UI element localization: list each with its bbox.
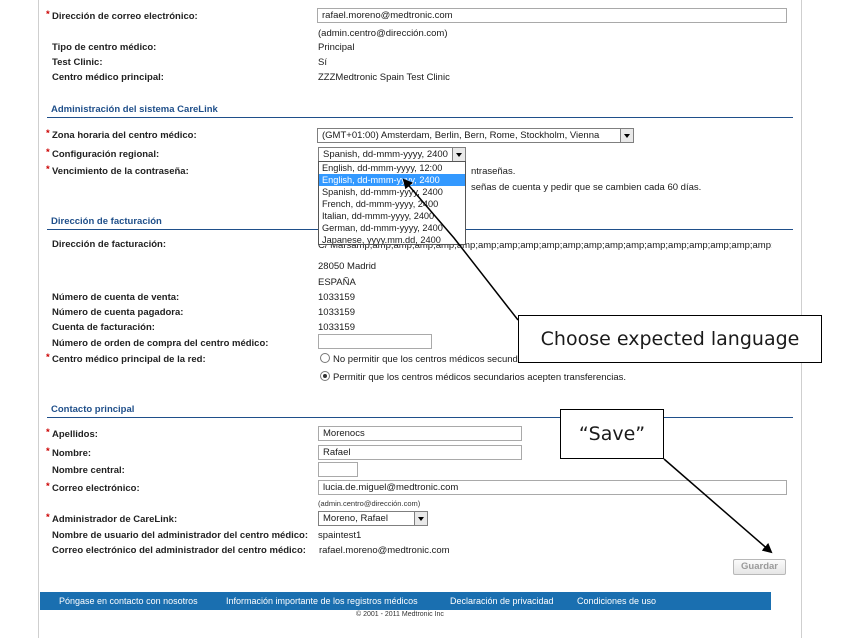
- billing-account-value: 1033159: [318, 322, 355, 333]
- regional-label: Configuración regional:: [52, 149, 160, 160]
- firstname-field[interactable]: Rafael: [318, 445, 522, 460]
- sales-account-value: 1033159: [318, 292, 355, 303]
- dropdown-option[interactable]: German, dd-mmm-yyyy, 2400: [319, 222, 465, 234]
- section-divider: [47, 417, 793, 418]
- radio-no-transfers[interactable]: [320, 353, 330, 363]
- regional-select[interactable]: Spanish, dd-mmm-yyyy, 2400: [318, 147, 466, 162]
- footer-bar: Póngase en contacto con nosotros Informa…: [40, 592, 771, 610]
- middlename-field[interactable]: [318, 462, 358, 477]
- footer-link-contact[interactable]: Póngase en contacto con nosotros: [59, 596, 198, 606]
- dropdown-option[interactable]: Japanese, yyyy.mm.dd, 2400: [319, 234, 465, 244]
- language-callout: Choose expected language: [518, 315, 822, 363]
- required-marker: *: [46, 481, 50, 492]
- po-number-field[interactable]: [318, 334, 432, 349]
- clinic-type-value: Principal: [318, 42, 355, 53]
- clinic-type-label: Tipo de centro médico:: [52, 42, 157, 53]
- chevron-down-icon[interactable]: [414, 512, 427, 525]
- radio-allow-transfers[interactable]: [320, 371, 330, 381]
- admin-username-label: Nombre de usuario del administrador del …: [52, 530, 309, 541]
- test-clinic-value: Sí: [318, 57, 327, 68]
- required-marker: *: [46, 512, 50, 523]
- contact-email-label: Correo electrónico:: [52, 483, 140, 494]
- timezone-label: Zona horaria del centro médico:: [52, 130, 197, 141]
- required-marker: *: [46, 352, 50, 363]
- lastname-field[interactable]: Morenocs: [318, 426, 522, 441]
- admin-username-value: spaintest1: [318, 530, 362, 541]
- carelink-admin-select[interactable]: Moreno, Rafael: [318, 511, 428, 526]
- footer-link-privacy[interactable]: Declaración de privacidad: [450, 596, 554, 606]
- radio-allow-transfers-label: Permitir que los centros médicos secunda…: [333, 372, 627, 383]
- chevron-down-icon[interactable]: [620, 129, 633, 142]
- po-number-label: Número de orden de compra del centro méd…: [52, 338, 269, 349]
- payer-account-value: 1033159: [318, 307, 355, 318]
- dropdown-option[interactable]: French, dd-mmm-yyyy, 2400: [319, 198, 465, 210]
- timezone-value: (GMT+01:00) Amsterdam, Berlin, Bern, Rom…: [322, 130, 600, 141]
- password-expiry-label: Vencimiento de la contraseña:: [52, 166, 189, 177]
- regional-dropdown-list[interactable]: English, dd-mmm-yyyy, 12:00 English, dd-…: [318, 161, 466, 245]
- password-expiry-text: ntraseñas.: [471, 166, 516, 177]
- copyright-text: © 2001 - 2011 Medtronic Inc: [356, 611, 444, 618]
- email-hint: (admin.centro@dirección.com): [318, 28, 448, 39]
- required-marker: *: [46, 128, 50, 139]
- save-callout: “Save”: [560, 409, 664, 459]
- billing-account-label: Cuenta de facturación:: [52, 322, 155, 333]
- contact-email-field[interactable]: lucia.de.miguel@medtronic.com: [318, 480, 787, 495]
- footer-link-terms[interactable]: Condiciones de uso: [577, 596, 656, 606]
- dropdown-option[interactable]: Spanish, dd-mmm-yyyy, 2400: [319, 186, 465, 198]
- required-marker: *: [46, 147, 50, 158]
- required-marker: *: [46, 9, 50, 20]
- payer-account-label: Número de cuenta pagadora:: [52, 307, 184, 318]
- contact-email-hint: (admin.centro@dirección.com): [318, 499, 421, 508]
- footer-link-records-info[interactable]: Información importante de los registros …: [226, 596, 418, 606]
- regional-value: Spanish, dd-mmm-yyyy, 2400: [323, 149, 448, 160]
- middlename-label: Nombre central:: [52, 465, 125, 476]
- billing-address-label: Dirección de facturación:: [52, 239, 167, 250]
- network-main-clinic-label: Centro médico principal de la red:: [52, 354, 206, 365]
- email-field[interactable]: rafael.moreno@medtronic.com: [317, 8, 787, 23]
- billing-address-city: 28050 Madrid: [318, 261, 377, 272]
- firstname-label: Nombre:: [52, 448, 92, 459]
- dropdown-option[interactable]: English, dd-mmm-yyyy, 12:00: [319, 162, 465, 174]
- admin-email-label: Correo electrónico del administrador del…: [52, 545, 306, 556]
- save-button[interactable]: Guardar: [733, 559, 786, 575]
- sales-account-label: Número de cuenta de venta:: [52, 292, 180, 303]
- carelink-admin-label: Administrador de CareLink:: [52, 514, 178, 525]
- contact-section-title: Contacto principal: [51, 404, 135, 415]
- main-clinic-value: ZZZMedtronic Spain Test Clinic: [318, 72, 450, 83]
- billing-section-title: Dirección de facturación: [51, 216, 162, 227]
- timezone-select[interactable]: (GMT+01:00) Amsterdam, Berlin, Bern, Rom…: [317, 128, 634, 143]
- lastname-label: Apellidos:: [52, 429, 98, 440]
- section-divider: [47, 117, 793, 118]
- dropdown-option[interactable]: Italian, dd-mmm-yyyy, 2400: [319, 210, 465, 222]
- email-label: Dirección de correo electrónico:: [52, 11, 198, 22]
- carelink-admin-value: Moreno, Rafael: [323, 513, 388, 524]
- required-marker: *: [46, 427, 50, 438]
- password-expiry-text: señas de cuenta y pedir que se cambien c…: [471, 182, 702, 193]
- radio-no-transfers-label: No permitir que los centros médicos secu…: [333, 354, 518, 365]
- dropdown-option-selected[interactable]: English, dd-mmm-yyyy, 2400: [319, 174, 465, 186]
- main-clinic-label: Centro médico principal:: [52, 72, 164, 83]
- required-marker: *: [46, 164, 50, 175]
- billing-address-country: ESPAÑA: [318, 277, 356, 288]
- admin-section-title: Administración del sistema CareLink: [51, 104, 218, 115]
- chevron-down-icon[interactable]: [452, 148, 465, 161]
- required-marker: *: [46, 446, 50, 457]
- test-clinic-label: Test Clinic:: [52, 57, 103, 68]
- admin-email-value: rafael.moreno@medtronic.com: [319, 545, 450, 556]
